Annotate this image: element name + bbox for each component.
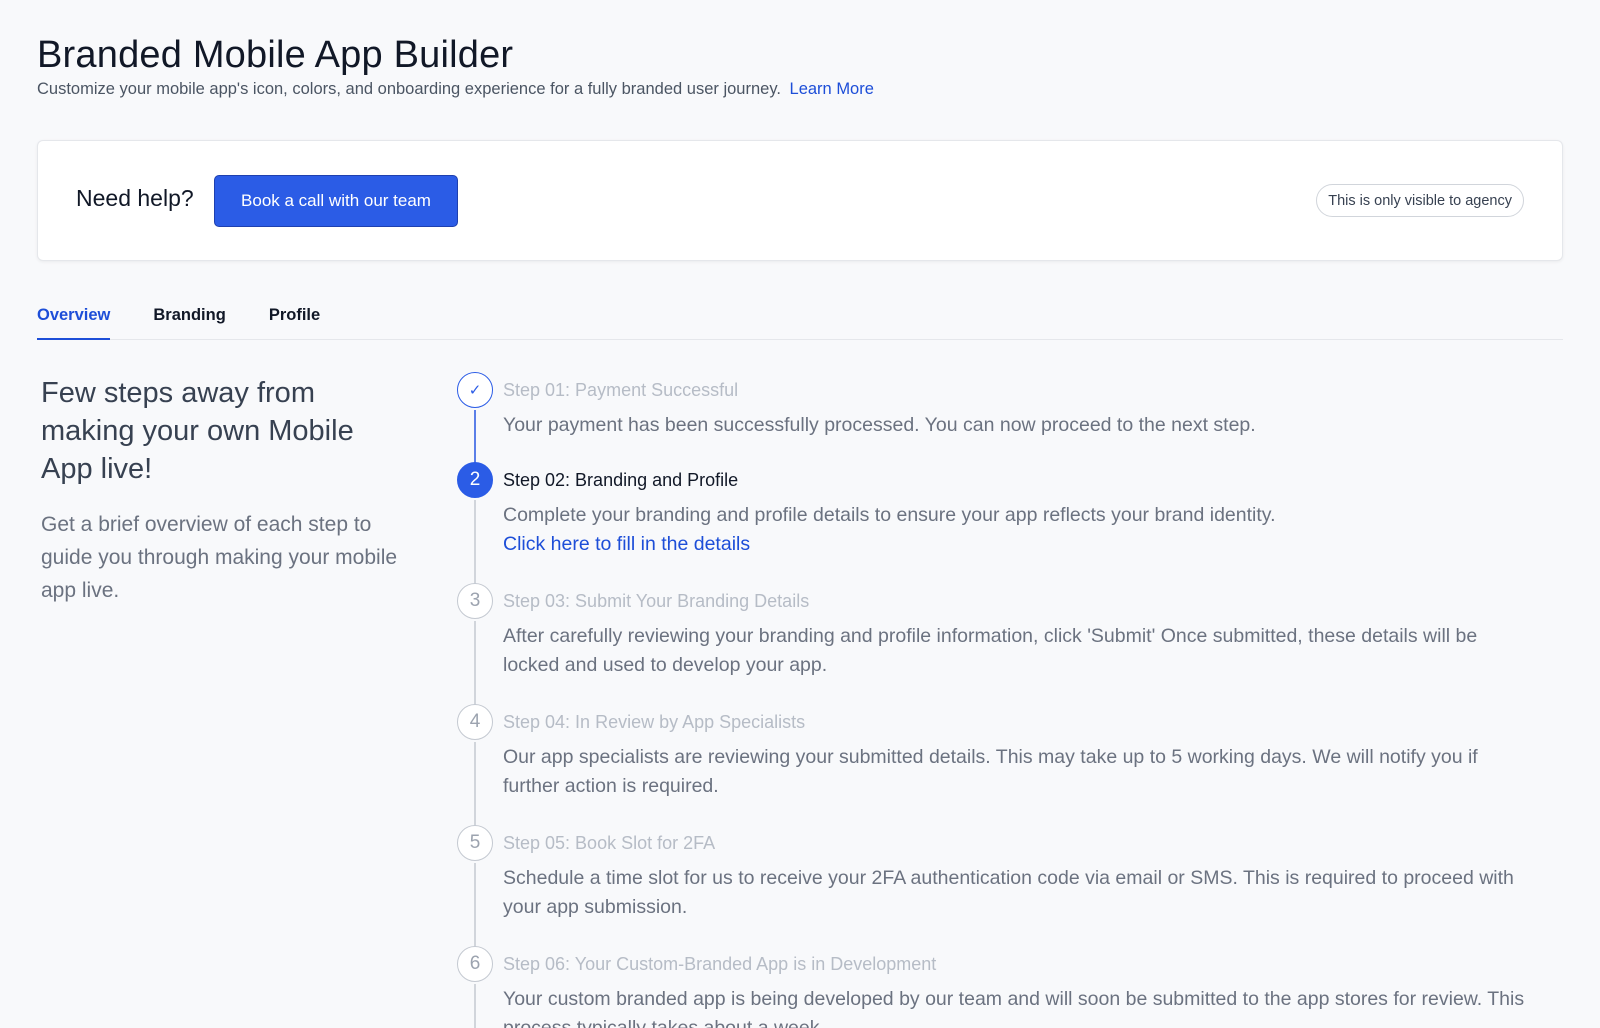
- page: Branded Mobile App Builder Customize you…: [0, 0, 1600, 1028]
- step-number-badge: 5: [457, 825, 493, 861]
- tab-profile[interactable]: Profile: [269, 296, 320, 340]
- step-2: 2 Step 02: Branding and Profile Complete…: [457, 462, 1537, 587]
- help-title: Need help?: [76, 185, 194, 211]
- check-icon: ✓: [457, 372, 493, 408]
- step-5: 5 Step 05: Book Slot for 2FA Schedule a …: [457, 825, 1537, 950]
- step-description: Complete your branding and profile detai…: [503, 501, 1537, 559]
- step-connector: [474, 621, 476, 708]
- step-title: Step 03: Submit Your Branding Details: [503, 591, 810, 611]
- step-description: Schedule a time slot for us to receive y…: [503, 867, 1514, 918]
- book-call-button[interactable]: Book a call with our team: [214, 175, 458, 227]
- intro-text: Get a brief overview of each step to gui…: [41, 513, 398, 602]
- steps-timeline: ✓ Step 01: Payment Successful Your payme…: [457, 372, 1537, 1028]
- help-card: Need help? Book a call with our team Thi…: [37, 140, 1563, 261]
- step-description: Your payment has been successfully proce…: [503, 414, 1256, 436]
- step-4: 4 Step 04: In Review by App Specialists …: [457, 704, 1537, 829]
- tab-overview[interactable]: Overview: [37, 296, 111, 340]
- page-subtitle-text: Customize your mobile app's icon, colors…: [37, 80, 781, 98]
- step-title: Step 05: Book Slot for 2FA: [503, 833, 716, 853]
- step-3: 3 Step 03: Submit Your Branding Details …: [457, 583, 1537, 708]
- step-6: 6 Step 06: Your Custom-Branded App is in…: [457, 946, 1537, 1028]
- tab-bar: Overview Branding Profile: [37, 296, 1563, 340]
- step-number-badge: 4: [457, 704, 493, 740]
- step-title: Step 06: Your Custom-Branded App is in D…: [503, 954, 937, 974]
- step-number-badge: 2: [457, 462, 493, 498]
- step-connector: [474, 984, 476, 1028]
- step-1: ✓ Step 01: Payment Successful Your payme…: [457, 372, 1537, 466]
- learn-more-link[interactable]: Learn More: [790, 80, 874, 98]
- step-description: After carefully reviewing your branding …: [503, 625, 1478, 676]
- fill-details-link[interactable]: Click here to fill in the details: [503, 530, 1537, 559]
- step-number-badge: 3: [457, 583, 493, 619]
- step-connector: [474, 500, 476, 587]
- step-number-badge: 6: [457, 946, 493, 982]
- step-description: Our app specialists are reviewing your s…: [503, 746, 1478, 797]
- tab-branding[interactable]: Branding: [153, 296, 225, 340]
- page-title: Branded Mobile App Builder: [37, 34, 514, 76]
- step-description-text: Complete your branding and profile detai…: [503, 504, 1276, 526]
- step-title: Step 04: In Review by App Specialists: [503, 712, 806, 732]
- page-subtitle: Customize your mobile app's icon, colors…: [37, 80, 874, 99]
- step-connector: [474, 863, 476, 950]
- intro-heading: Few steps away from making your own Mobi…: [41, 377, 354, 485]
- step-connector: [474, 410, 476, 466]
- step-title: Step 01: Payment Successful: [503, 380, 739, 400]
- step-title: Step 02: Branding and Profile: [503, 470, 739, 490]
- step-connector: [474, 742, 476, 829]
- step-description: Your custom branded app is being develop…: [503, 988, 1525, 1028]
- agency-visibility-badge: This is only visible to agency: [1316, 184, 1524, 217]
